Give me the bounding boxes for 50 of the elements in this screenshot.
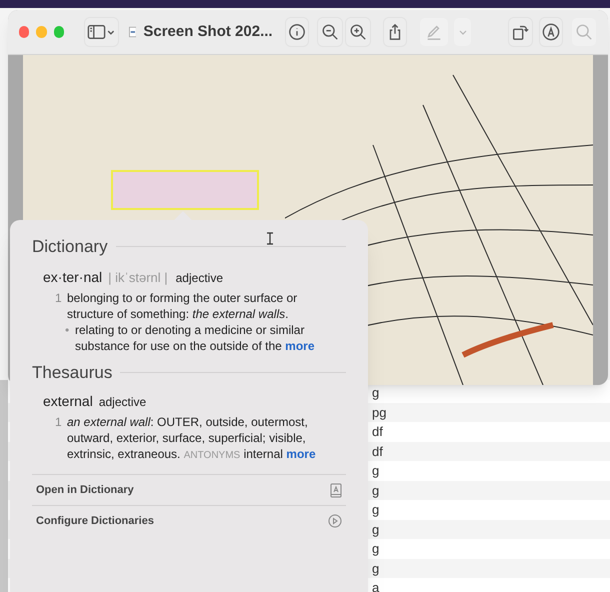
- menu-item[interactable]: Configure Dictionaries: [32, 505, 346, 536]
- definition-text: belonging to or forming the outer surface or structure of something: the external walls.: [67, 290, 298, 322]
- section-heading: Thesaurus: [32, 362, 112, 384]
- sense-number: 1: [55, 414, 63, 431]
- file-name-fragment: g: [372, 560, 380, 578]
- file-name-fragment: pg: [372, 404, 386, 422]
- zoom-out-button[interactable]: [316, 17, 344, 47]
- sidebar-icon: [86, 23, 116, 41]
- more-link[interactable]: more: [285, 338, 314, 352]
- sidebar-button[interactable]: [84, 17, 119, 47]
- close-button[interactable]: [19, 26, 30, 38]
- file-name-fragment: g: [372, 462, 380, 480]
- file-name-fragment: g: [372, 501, 380, 519]
- info-button[interactable]: [284, 17, 309, 47]
- chevron-down-icon: [458, 30, 467, 34]
- info-icon: [288, 23, 306, 41]
- zoom-in-button[interactable]: [345, 17, 372, 47]
- pen-circle-icon: [542, 23, 560, 41]
- file-name-fragment: g: [372, 384, 380, 402]
- headword: external: [43, 392, 93, 411]
- share-button[interactable]: [383, 17, 408, 47]
- annotate-button[interactable]: [538, 17, 563, 47]
- rotate-icon: [511, 23, 530, 41]
- search-icon: [574, 23, 593, 41]
- section-heading: Dictionary: [32, 236, 108, 258]
- pronunciation: | ikˈstərnl |: [108, 268, 168, 287]
- headword: ex·ter·nal: [43, 268, 102, 286]
- zoom-out-icon: [320, 23, 339, 41]
- zoom-in-icon: [349, 23, 368, 41]
- rotate-button[interactable]: [508, 17, 533, 47]
- file-name-fragment: g: [372, 520, 380, 539]
- part-of-speech: adjective: [176, 270, 223, 286]
- play-circle-icon: [328, 514, 342, 528]
- bullet-mark: •: [65, 322, 70, 338]
- file-name-fragment: a: [372, 579, 380, 592]
- part-of-speech: adjective: [98, 394, 146, 411]
- file-name-fragment: g: [372, 482, 380, 500]
- text-cursor-icon: [266, 232, 274, 245]
- file-name-fragment: df: [372, 423, 383, 441]
- book-icon: [330, 482, 342, 498]
- definition-text: relating to or denoting a medicine or similar substance for use on the outside of the more: [75, 322, 316, 354]
- document-icon: [128, 26, 136, 38]
- sense-number: 1: [55, 290, 63, 306]
- file-name-fragment: df: [372, 442, 383, 460]
- menu-item[interactable]: Open in Dictionary: [32, 474, 346, 505]
- more-link[interactable]: more: [286, 447, 316, 461]
- synonyms-text: an external wall: OUTER, outside, outermost, outward, exterior, surface, superficial; visible, extrinsic, extraneous. ANTONYMS internal more: [67, 414, 317, 463]
- pencil-icon: [425, 23, 444, 41]
- window-title: Screen Shot 202...: [143, 22, 273, 42]
- file-name-fragment: g: [372, 540, 380, 558]
